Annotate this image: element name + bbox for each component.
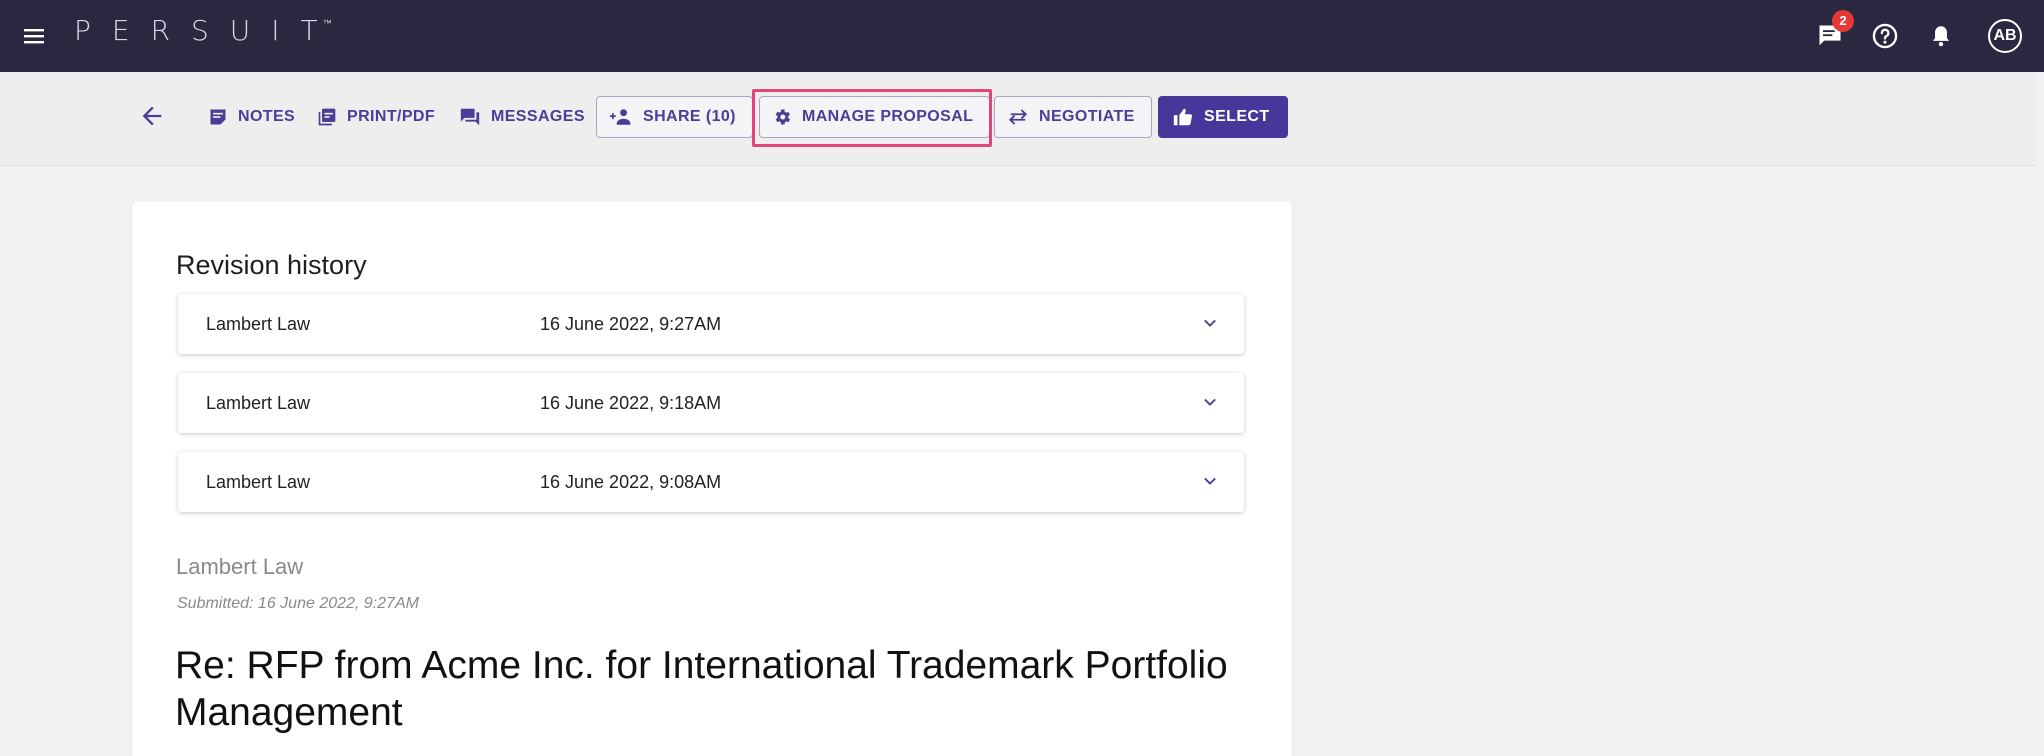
negotiate-button[interactable]: NEGOTIATE (994, 96, 1152, 138)
revision-row[interactable]: Lambert Law 16 June 2022, 9:27AM (178, 294, 1244, 354)
help-icon[interactable] (1869, 20, 1901, 52)
chevron-down-icon[interactable] (1200, 393, 1220, 413)
notes-button[interactable]: NOTES (208, 96, 295, 138)
submitted-date: Submitted: 16 June 2022, 9:27AM (177, 595, 419, 612)
revision-history-title: Revision history (176, 250, 367, 280)
top-app-bar: PERSUIT™ 2 AB (0, 0, 2044, 72)
back-arrow-icon[interactable] (138, 102, 166, 130)
proposal-toolbar: NOTES PRINT/PDF MESSAGES SHARE (10) MANA… (0, 72, 2036, 166)
share-button[interactable]: SHARE (10) (596, 96, 753, 138)
thumbs-up-icon (1173, 108, 1193, 126)
revision-author: Lambert Law (206, 471, 311, 492)
revision-author: Lambert Law (206, 313, 311, 334)
persuit-logo[interactable]: PERSUIT™ (74, 14, 348, 47)
notification-count-badge: 2 (1832, 10, 1854, 32)
print-pdf-button[interactable]: PRINT/PDF (317, 96, 435, 138)
proposal-card: Revision history Lambert Law 16 June 202… (132, 202, 1292, 756)
group-add-icon (609, 109, 631, 125)
revision-author: Lambert Law (206, 392, 311, 413)
manage-proposal-highlight (752, 89, 992, 147)
forum-icon (460, 108, 480, 126)
messages-button[interactable]: MESSAGES (459, 96, 585, 138)
select-button[interactable]: SELECT (1158, 96, 1288, 138)
menu-icon[interactable] (22, 24, 46, 48)
revision-row[interactable]: Lambert Law 16 June 2022, 9:08AM (178, 452, 1244, 512)
swap-arrows-icon (1008, 109, 1028, 125)
revision-date: 16 June 2022, 9:18AM (540, 392, 722, 413)
revision-date: 16 June 2022, 9:08AM (540, 471, 722, 492)
revision-row[interactable]: Lambert Law 16 June 2022, 9:18AM (178, 373, 1244, 433)
revision-date: 16 June 2022, 9:27AM (540, 313, 722, 334)
bell-icon[interactable] (1925, 20, 1957, 52)
note-icon (210, 109, 226, 125)
chevron-down-icon[interactable] (1200, 472, 1220, 492)
chevron-down-icon[interactable] (1200, 314, 1220, 334)
proposal-heading: Re: RFP from Acme Inc. for International… (175, 644, 1228, 734)
firm-name: Lambert Law (176, 554, 304, 579)
user-avatar[interactable]: AB (1988, 19, 2022, 53)
pdf-icon (318, 108, 336, 126)
